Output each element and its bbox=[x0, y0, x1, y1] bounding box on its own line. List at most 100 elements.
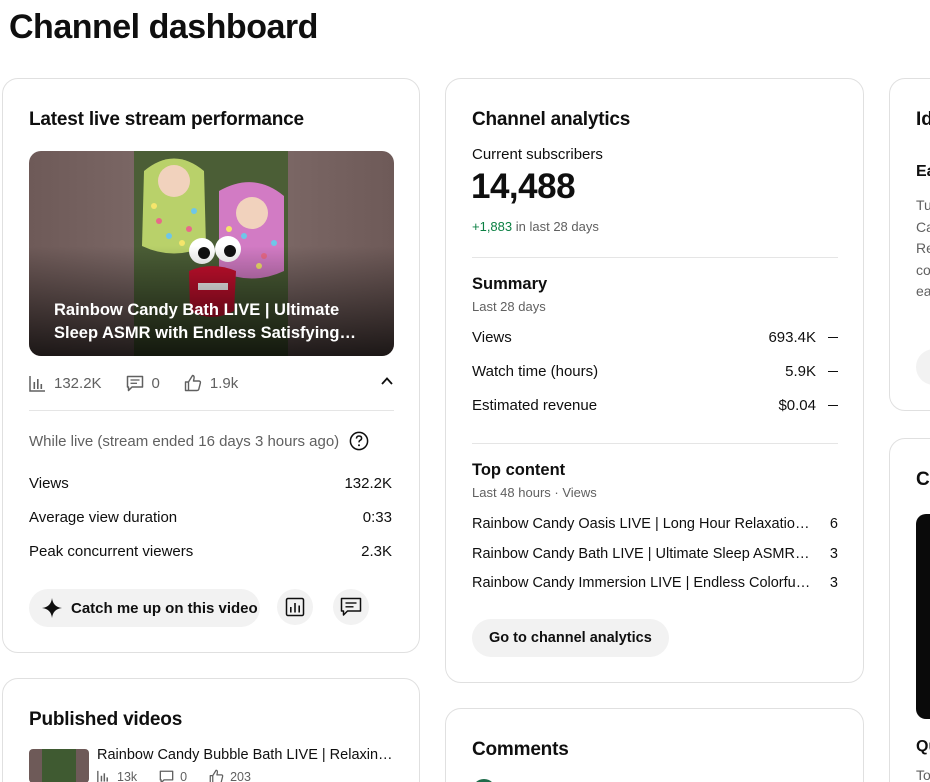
top-content-views: 3 bbox=[829, 575, 838, 591]
top-content-title-text[interactable]: Rainbow Candy Bath LIVE | Ultimate Sleep… bbox=[472, 546, 812, 562]
bar-chart-icon bbox=[29, 375, 45, 392]
summary-row-views: Views 693.4K bbox=[472, 329, 838, 346]
summary-value: 693.4K bbox=[768, 329, 816, 346]
top-content-period: Last 48 hours · Views bbox=[472, 485, 597, 500]
video-stats-row: 132.2K 0 1.9k bbox=[29, 372, 394, 394]
comments-count: 0 bbox=[151, 374, 160, 392]
top-content-title-text[interactable]: Rainbow Candy Oasis LIVE | Long Hour Rel… bbox=[472, 516, 812, 532]
comments-stat: 0 bbox=[159, 770, 187, 782]
go-to-channel-analytics-button[interactable]: Go to channel analytics bbox=[472, 619, 669, 657]
card-title: Latest live stream performance bbox=[29, 109, 304, 130]
bar-chart-icon bbox=[97, 770, 108, 782]
video-thumbnail[interactable]: Rainbow Candy Bath LIVE | Ultimate Sleep… bbox=[29, 151, 394, 356]
ideas-line: Tu bbox=[916, 197, 930, 213]
thumbs-up-icon bbox=[209, 769, 224, 782]
views-count: 13k bbox=[117, 769, 138, 782]
page-title: Channel dashboard bbox=[9, 8, 318, 46]
creator-video-thumbnail[interactable] bbox=[916, 514, 930, 719]
metric-label: Peak concurrent viewers bbox=[29, 543, 194, 560]
summary-title: Summary bbox=[472, 275, 548, 293]
ideas-body: Tu Ca Re co ea bbox=[916, 195, 930, 303]
ideas-subtitle: Ea bbox=[916, 163, 930, 180]
comment-icon bbox=[126, 375, 143, 391]
summary-value: 5.9K bbox=[785, 363, 816, 380]
metric-row-views: Views 132.2K bbox=[29, 475, 392, 492]
subscriber-count: 14,488 bbox=[471, 167, 576, 206]
likes-stat: 203 bbox=[209, 769, 251, 782]
summary-value: $0.04 bbox=[778, 397, 816, 414]
metric-value: 132.2K bbox=[344, 475, 392, 492]
views-stat: 132.2K bbox=[29, 375, 102, 392]
help-icon[interactable] bbox=[349, 431, 369, 451]
summary-row-revenue: Estimated revenue $0.04 bbox=[472, 397, 838, 414]
summary-row-watch-time: Watch time (hours) 5.9K bbox=[472, 363, 838, 380]
summary-label: Estimated revenue bbox=[472, 397, 598, 414]
metric-label: Average view duration bbox=[29, 509, 178, 526]
video-stats-row: 13k 0 203 bbox=[97, 769, 273, 782]
catch-me-up-label: Catch me up on this video bbox=[71, 599, 258, 617]
card-title: Id bbox=[916, 109, 930, 130]
subscriber-change: +1,883 in last 28 days bbox=[472, 219, 599, 234]
card-title: Comments bbox=[472, 739, 569, 760]
latest-live-stream-card: Latest live stream performance Rainbow C… bbox=[2, 78, 420, 653]
likes-stat: 1.9k bbox=[184, 374, 238, 392]
video-title[interactable]: Rainbow Candy Bath LIVE | Ultimate Sleep… bbox=[54, 299, 364, 345]
metric-value: 0:33 bbox=[362, 509, 392, 526]
stream-status: While live (stream ended 16 days 3 hours… bbox=[29, 431, 369, 451]
views-count: 132.2K bbox=[54, 374, 102, 392]
likes-count: 203 bbox=[230, 769, 251, 782]
metric-value: 2.3K bbox=[361, 543, 392, 560]
metric-label: Views bbox=[29, 475, 69, 492]
top-content-views: 6 bbox=[829, 516, 838, 532]
summary-period: Last 28 days bbox=[472, 299, 546, 314]
comment-icon bbox=[340, 597, 362, 616]
video-thumbnail[interactable] bbox=[29, 749, 89, 782]
card-title: Published videos bbox=[29, 709, 183, 730]
creator-sub: To bbox=[916, 767, 930, 782]
comments-stat: 0 bbox=[126, 375, 160, 392]
ideas-line: Re bbox=[916, 240, 930, 256]
analytics-button[interactable] bbox=[277, 589, 313, 625]
thumbs-up-icon bbox=[184, 374, 201, 392]
divider bbox=[472, 443, 838, 444]
ideas-line: ea bbox=[916, 283, 930, 299]
top-content-row[interactable]: Rainbow Candy Bath LIVE | Ultimate Sleep… bbox=[472, 546, 838, 562]
video-title[interactable]: Rainbow Candy Bubble Bath LIVE | Relaxin… bbox=[97, 747, 397, 763]
likes-count: 1.9k bbox=[209, 374, 239, 392]
ideas-line: co bbox=[916, 261, 930, 278]
divider bbox=[29, 410, 394, 411]
subscriber-change-value: +1,883 bbox=[472, 219, 513, 234]
subscriber-change-period: in last 28 days bbox=[515, 219, 599, 234]
metric-row-avg-duration: Average view duration 0:33 bbox=[29, 509, 392, 526]
top-content-title-text[interactable]: Rainbow Candy Immersion LIVE | Endless C… bbox=[472, 575, 812, 591]
subscribers-label: Current subscribers bbox=[472, 146, 603, 163]
chevron-up-icon[interactable] bbox=[380, 374, 394, 388]
creator-card: Cr Qu To bbox=[889, 438, 930, 782]
stream-status-text: While live (stream ended 16 days 3 hours… bbox=[29, 432, 340, 450]
views-stat: 13k bbox=[97, 770, 137, 782]
divider bbox=[472, 257, 838, 258]
catch-me-up-button[interactable]: Catch me up on this video bbox=[29, 589, 260, 627]
trend-dash-icon bbox=[828, 336, 838, 339]
top-content-row[interactable]: Rainbow Candy Immersion LIVE | Endless C… bbox=[472, 575, 838, 591]
channel-analytics-card: Channel analytics Current subscribers 14… bbox=[445, 78, 864, 683]
card-title: Channel analytics bbox=[472, 109, 631, 130]
top-content-row[interactable]: Rainbow Candy Oasis LIVE | Long Hour Rel… bbox=[472, 516, 838, 532]
sparkle-icon bbox=[42, 598, 62, 618]
comments-card: Comments bbox=[445, 708, 864, 782]
comments-count: 0 bbox=[180, 769, 188, 782]
trend-dash-icon bbox=[828, 404, 838, 407]
ideas-button[interactable] bbox=[916, 349, 930, 385]
comments-button[interactable] bbox=[333, 589, 369, 625]
creator-caption: Qu bbox=[916, 738, 930, 755]
ideas-line: Ca bbox=[916, 218, 930, 235]
go-to-analytics-label: Go to channel analytics bbox=[489, 630, 652, 646]
trend-dash-icon bbox=[828, 370, 838, 373]
top-content-views: 3 bbox=[829, 546, 838, 562]
card-title: Cr bbox=[916, 469, 930, 490]
comment-icon bbox=[159, 770, 174, 782]
summary-label: Views bbox=[472, 329, 512, 346]
top-content-title: Top content bbox=[472, 461, 566, 479]
analytics-icon bbox=[285, 597, 305, 617]
metric-row-peak-viewers: Peak concurrent viewers 2.3K bbox=[29, 543, 392, 560]
